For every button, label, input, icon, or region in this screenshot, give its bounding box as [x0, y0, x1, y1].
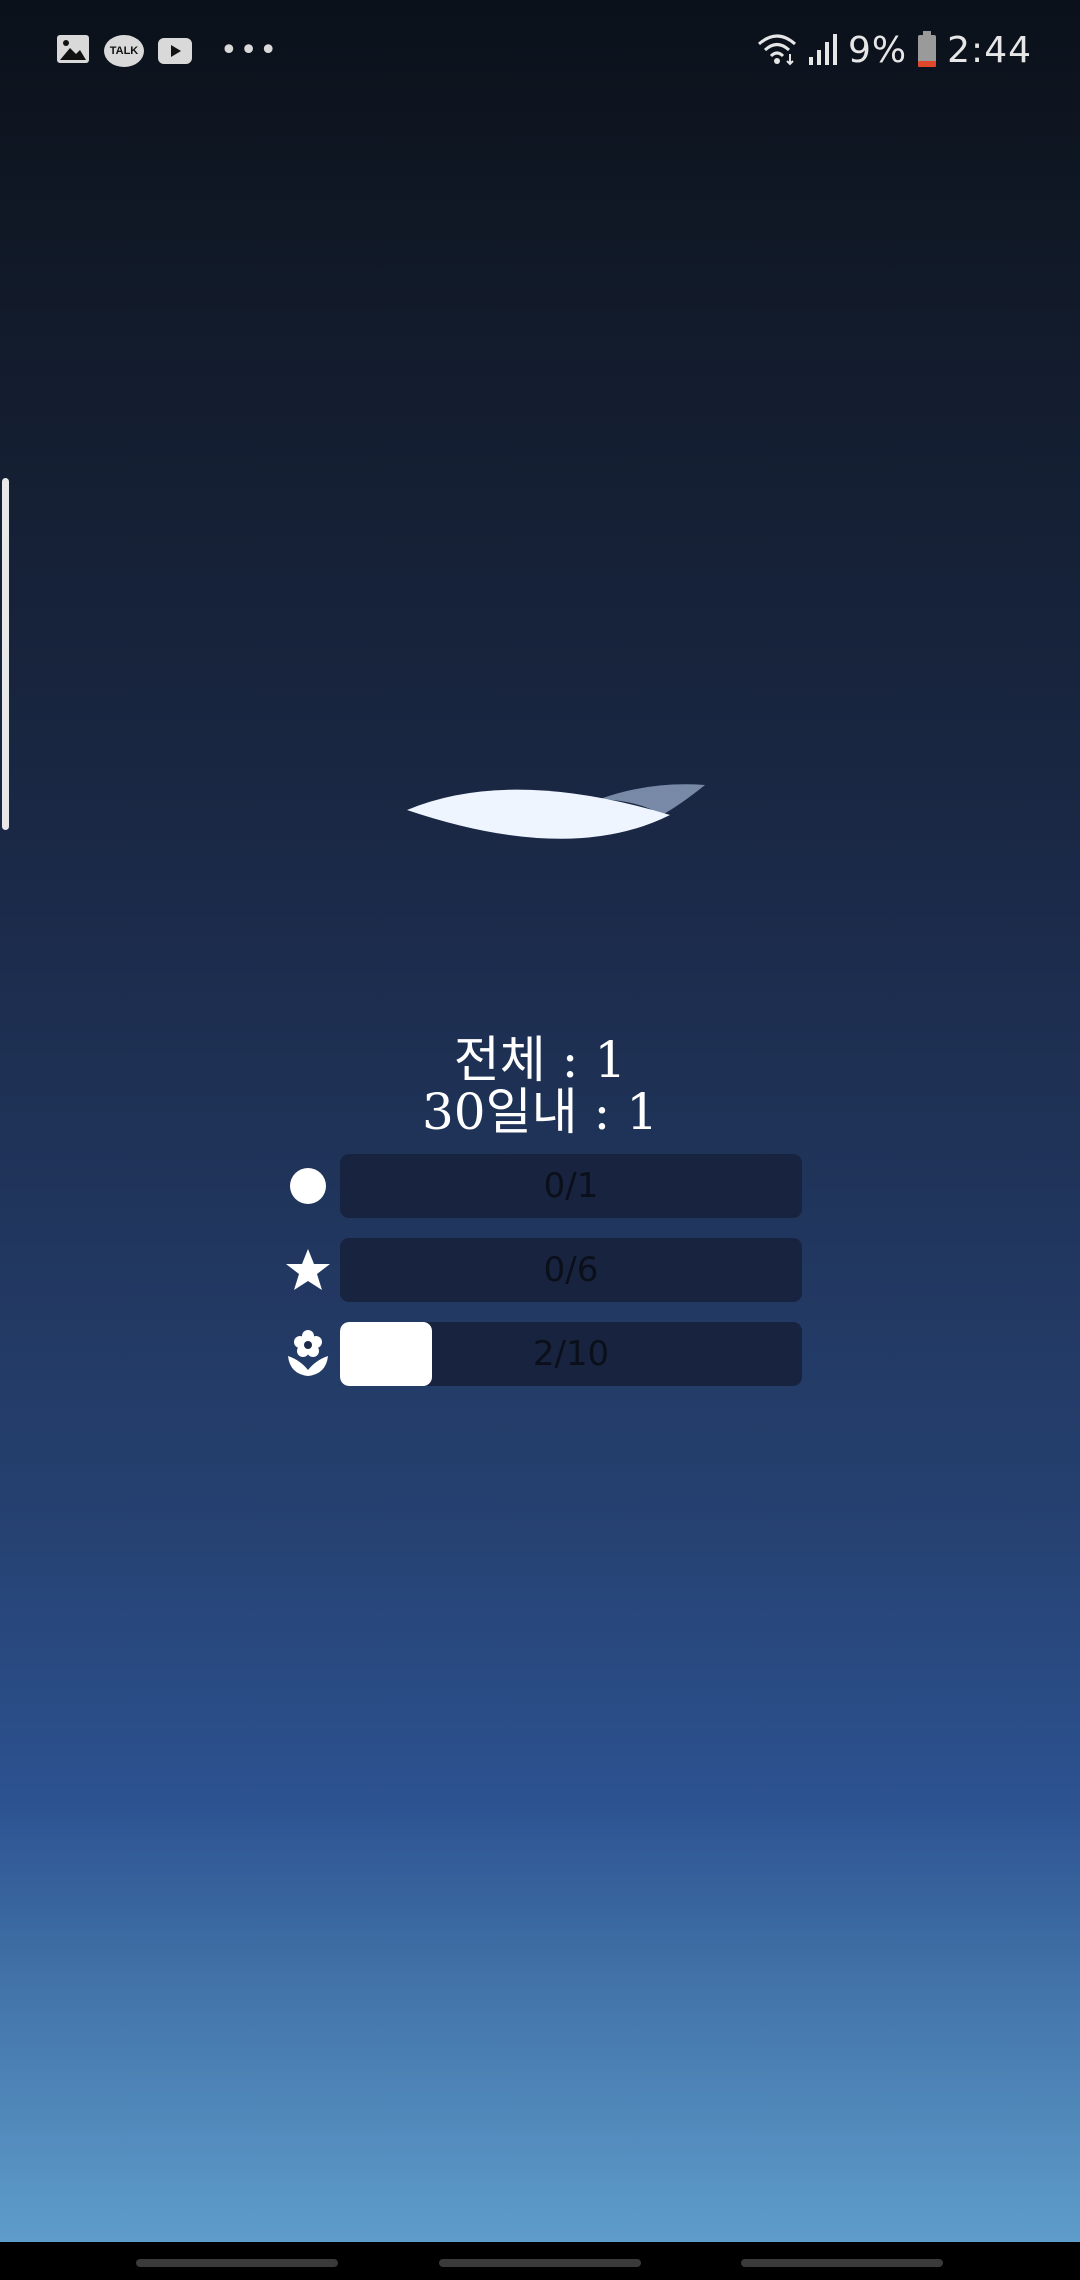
more-dots-icon: ••• [220, 33, 280, 68]
progress-label: 0/6 [543, 1250, 599, 1290]
clock: 2:44 [947, 30, 1032, 71]
progress-label: 2/10 [532, 1334, 610, 1374]
kakaotalk-label: TALK [109, 45, 139, 57]
wifi-icon [756, 32, 798, 70]
flower-icon [282, 1330, 334, 1376]
navigation-bar [0, 2242, 1080, 2280]
nav-recents-handle[interactable] [136, 2259, 338, 2267]
progress-label: 0/1 [543, 1166, 599, 1206]
recent-30-day-count: 30일내 : 1 [421, 1083, 659, 1141]
progress-track: 0/6 [340, 1238, 802, 1302]
battery-icon [917, 31, 937, 71]
progress-row-circle: 0/1 [282, 1154, 802, 1218]
youtube-icon [158, 38, 192, 64]
moon-crescent-icon [407, 784, 705, 839]
system-indicators: 9% 2:44 [756, 28, 1032, 74]
signal-icon [808, 33, 838, 69]
star-icon [282, 1248, 334, 1292]
notification-icons: TALK ••• [56, 28, 279, 74]
status-bar: TALK ••• 9% 2:44 [0, 0, 1080, 100]
battery-percent: 9% [848, 30, 908, 71]
circle-icon [282, 1164, 334, 1208]
kakaotalk-icon: TALK [104, 35, 144, 67]
gallery-icon [56, 34, 90, 68]
progress-row-flower: 2/10 [282, 1322, 802, 1386]
progress-track: 2/10 [340, 1322, 802, 1386]
nav-home-handle[interactable] [439, 2259, 641, 2267]
progress-track: 0/1 [340, 1154, 802, 1218]
nav-back-handle[interactable] [741, 2259, 943, 2267]
progress-row-star: 0/6 [282, 1238, 802, 1302]
scroll-handle[interactable] [2, 478, 9, 830]
